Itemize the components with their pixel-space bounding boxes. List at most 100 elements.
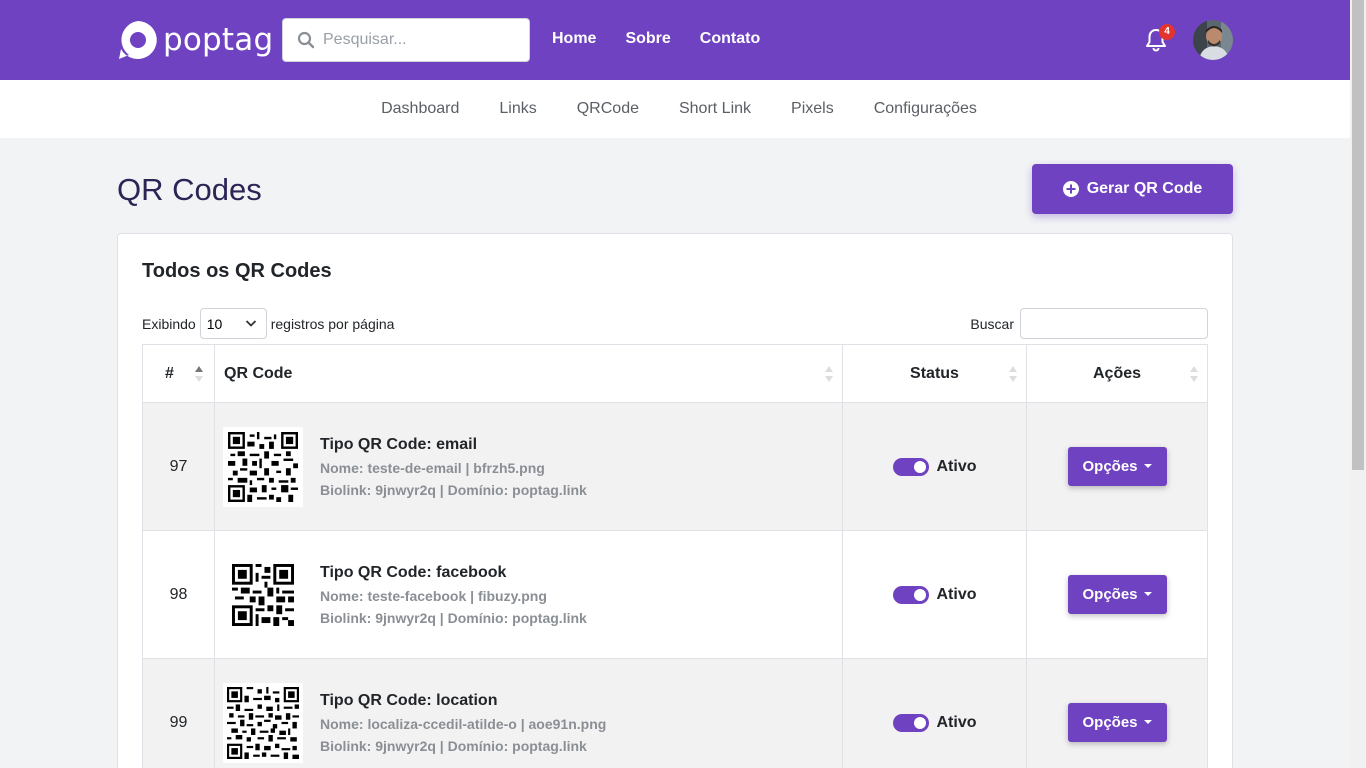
search-input[interactable]: [323, 31, 513, 49]
options-dropdown-button[interactable]: Opções: [1067, 703, 1167, 742]
plus-circle-icon: [1062, 181, 1079, 197]
status-label: Ativo: [936, 457, 977, 475]
column-header-actions-label: Ações: [1092, 364, 1142, 382]
logo-text: poptag: [163, 22, 274, 58]
qr-code-name: Nome: teste-facebook | fibuzy.png: [320, 587, 547, 604]
column-header-actions[interactable]: Ações: [1026, 344, 1208, 403]
qr-code-image[interactable]: [223, 682, 303, 763]
table-row: 99 Tipo QR Code: location Nome: localiza…: [142, 658, 1208, 768]
subnav-short-link[interactable]: Short Link: [679, 100, 751, 118]
logo[interactable]: poptag: [117, 19, 273, 61]
page-scrollbar[interactable]: [1350, 0, 1366, 768]
sort-asc-icon: [195, 366, 203, 382]
qr-code-info: Tipo QR Code: location Nome: localiza-cc…: [215, 682, 842, 763]
caret-down-icon: [1143, 463, 1152, 468]
search-box[interactable]: [282, 18, 530, 62]
subnav-dashboard[interactable]: Dashboard: [381, 100, 459, 118]
status-control: Ativo: [843, 457, 1026, 476]
options-label: Opções: [1082, 586, 1138, 603]
qr-code-type: Tipo QR Code: email: [320, 435, 478, 453]
qr-code-biolink: Biolink: 9jnwyr2q | Domínio: poptag.link: [320, 609, 587, 626]
actions-cell: Opções: [1026, 658, 1208, 768]
qr-code-name: Nome: localiza-ccedil-atilde-o | aoe91n.…: [320, 715, 607, 732]
sort-icon: [1190, 366, 1198, 382]
generate-qr-code-button[interactable]: Gerar QR Code: [1032, 164, 1233, 214]
row-id: 99: [142, 658, 215, 768]
generate-qr-code-label: Gerar QR Code: [1086, 180, 1203, 197]
caret-down-icon: [1143, 719, 1152, 724]
nav-contact-link[interactable]: Contato: [700, 30, 760, 48]
qr-code-icon: [227, 686, 299, 759]
caret-down-icon: [1143, 591, 1152, 596]
top-navbar: poptag Home Sobre Contato 4: [0, 0, 1350, 80]
qr-code-name: Nome: teste-de-email | bfrzh5.png: [320, 459, 545, 476]
card-title: Todos os QR Codes: [142, 260, 332, 282]
subnav-qrcode[interactable]: QRCode: [577, 100, 639, 118]
column-header-id-label: #: [165, 364, 174, 382]
qr-code-details: Tipo QR Code: location Nome: localiza-cc…: [320, 692, 606, 754]
column-header-id[interactable]: #: [142, 344, 215, 403]
status-toggle[interactable]: [892, 713, 929, 732]
status-toggle[interactable]: [892, 585, 929, 604]
column-header-qrcode-label: QR Code: [224, 364, 293, 382]
qr-code-cell: Tipo QR Code: email Nome: teste-de-email…: [214, 402, 843, 531]
qr-code-image[interactable]: [223, 426, 303, 507]
page-title: QR Codes: [117, 172, 262, 207]
actions-cell: Opções: [1026, 402, 1208, 531]
options-label: Opções: [1082, 458, 1138, 475]
qr-code-details: Tipo QR Code: facebook Nome: teste-faceb…: [320, 564, 587, 626]
sort-icon: [825, 366, 833, 382]
user-avatar-icon: [1193, 20, 1233, 60]
filter-label: Buscar: [970, 315, 1014, 332]
table-search-input[interactable]: [1020, 308, 1208, 339]
nav-home-link[interactable]: Home: [552, 30, 596, 48]
column-header-status-label: Status: [910, 364, 959, 382]
status-control: Ativo: [843, 585, 1026, 604]
subnav-settings[interactable]: Configurações: [874, 100, 977, 118]
table-filter: Buscar: [970, 308, 1208, 339]
status-toggle[interactable]: [892, 457, 929, 476]
nav-about-link[interactable]: Sobre: [625, 30, 670, 48]
avatar[interactable]: [1193, 20, 1233, 60]
qr-code-type: Tipo QR Code: location: [320, 691, 498, 709]
options-dropdown-button[interactable]: Opções: [1067, 575, 1167, 614]
status-control: Ativo: [843, 713, 1026, 732]
status-cell: Ativo: [842, 402, 1027, 531]
qr-codes-card: Todos os QR Codes Exibindo 10 registros …: [117, 233, 1233, 768]
notification-badge: 4: [1159, 24, 1175, 40]
column-header-status[interactable]: Status: [842, 344, 1027, 403]
row-id: 98: [142, 530, 215, 659]
qr-code-cell: Tipo QR Code: location Nome: localiza-cc…: [214, 658, 843, 768]
sort-icon: [1009, 366, 1017, 382]
top-nav: Home Sobre Contato: [552, 30, 760, 48]
qr-code-details: Tipo QR Code: email Nome: teste-de-email…: [320, 436, 587, 498]
table-row: 97 Tipo QR Code: email Nome: teste-de-em…: [142, 402, 1208, 531]
page-length-control: Exibindo 10 registros por página: [142, 308, 394, 339]
options-label: Opções: [1082, 714, 1138, 731]
qr-code-type: Tipo QR Code: facebook: [320, 563, 507, 581]
page-length-select[interactable]: 10: [199, 308, 267, 339]
qr-code-biolink: Biolink: 9jnwyr2q | Domínio: poptag.link: [320, 737, 587, 754]
poptag-logo-icon: [119, 21, 157, 59]
status-label: Ativo: [936, 713, 977, 731]
status-label: Ativo: [936, 585, 977, 603]
column-header-qrcode[interactable]: QR Code: [214, 344, 843, 403]
length-suffix: registros por página: [270, 315, 395, 332]
subnav-links[interactable]: Links: [499, 100, 536, 118]
qr-code-icon: [228, 431, 298, 502]
qr-code-icon: [232, 563, 294, 626]
qr-code-info: Tipo QR Code: facebook Nome: teste-faceb…: [215, 554, 842, 635]
qr-code-biolink: Biolink: 9jnwyr2q | Domínio: poptag.link: [320, 481, 587, 498]
length-prefix: Exibindo: [142, 315, 196, 332]
row-id: 97: [142, 402, 215, 531]
actions-cell: Opções: [1026, 530, 1208, 659]
qr-code-cell: Tipo QR Code: facebook Nome: teste-faceb…: [214, 530, 843, 659]
status-cell: Ativo: [842, 530, 1027, 659]
secondary-nav: Dashboard Links QRCode Short Link Pixels…: [0, 80, 1350, 138]
options-dropdown-button[interactable]: Opções: [1067, 447, 1167, 486]
qr-code-info: Tipo QR Code: email Nome: teste-de-email…: [215, 426, 842, 507]
scrollbar-thumb[interactable]: [1352, 0, 1364, 470]
subnav-pixels[interactable]: Pixels: [791, 100, 834, 118]
qr-code-image[interactable]: [223, 554, 303, 635]
qr-codes-table: # QR Code Status Ações 97 Tipo QR Code: …: [142, 344, 1208, 768]
